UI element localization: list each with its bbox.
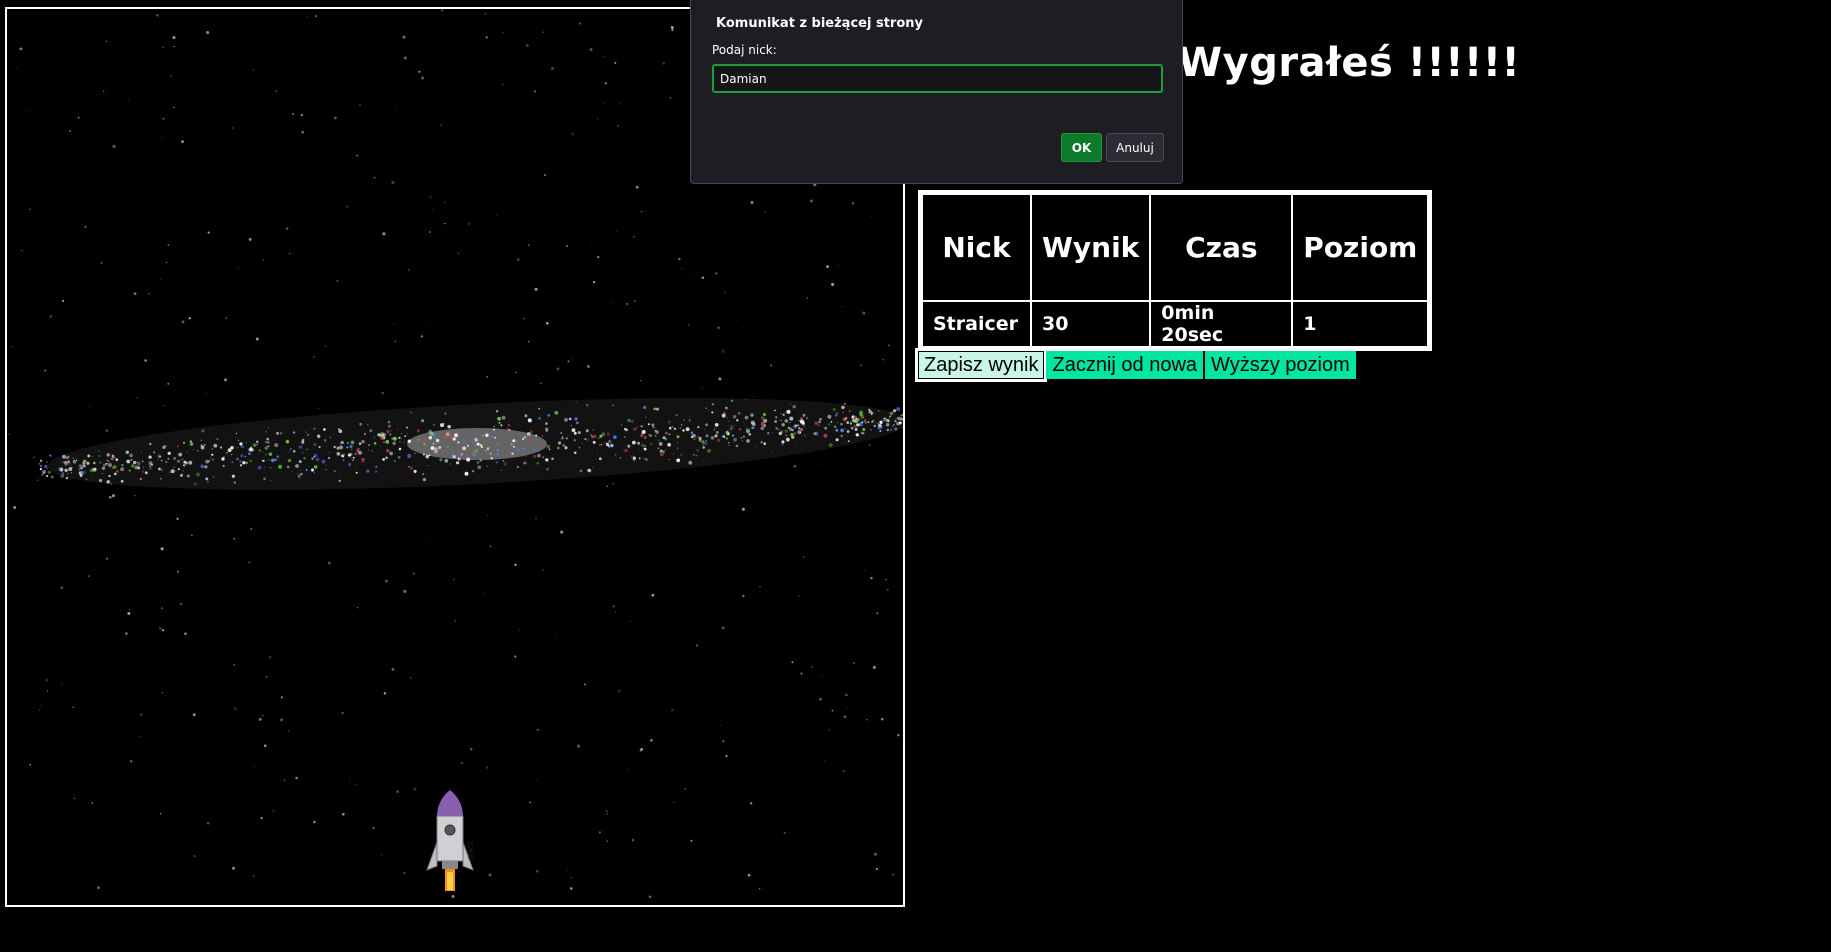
cell-level: 1 [1292, 301, 1429, 347]
cell-nick: Straicer [922, 301, 1031, 347]
score-table: Nick Wynik Czas Poziom Straicer 30 0min … [922, 194, 1429, 347]
ok-button[interactable]: OK [1061, 133, 1102, 162]
next-level-button[interactable]: Wyższy poziom [1205, 351, 1356, 379]
score-table-container: Nick Wynik Czas Poziom Straicer 30 0min … [918, 190, 1433, 351]
action-buttons: Zapisz wynik Zacznij od nowa Wyższy pozi… [915, 349, 1356, 381]
cell-score: 30 [1031, 301, 1151, 347]
table-header-row: Nick Wynik Czas Poziom [922, 194, 1429, 301]
table-row: Straicer 30 0min 20sec 1 [922, 301, 1429, 347]
prompt-dialog: Komunikat z bieżącej strony Podaj nick: … [690, 0, 1183, 184]
dialog-title: Komunikat z bieżącej strony [716, 16, 923, 31]
win-heading: Wygrałeś !!!!!! [1178, 40, 1521, 86]
save-score-button[interactable]: Zapisz wynik [915, 349, 1047, 381]
rocket-label: SPACE [468, 841, 475, 860]
header-score: Wynik [1031, 194, 1151, 301]
cancel-button[interactable]: Anuluj [1106, 133, 1164, 162]
header-nick: Nick [922, 194, 1031, 301]
header-level: Poziom [1292, 194, 1429, 301]
cell-time: 0min 20sec [1150, 301, 1293, 347]
nick-input[interactable] [712, 64, 1163, 93]
header-time: Czas [1150, 194, 1293, 301]
restart-button[interactable]: Zacznij od nowa [1046, 351, 1204, 379]
dialog-label: Podaj nick: [712, 43, 777, 57]
